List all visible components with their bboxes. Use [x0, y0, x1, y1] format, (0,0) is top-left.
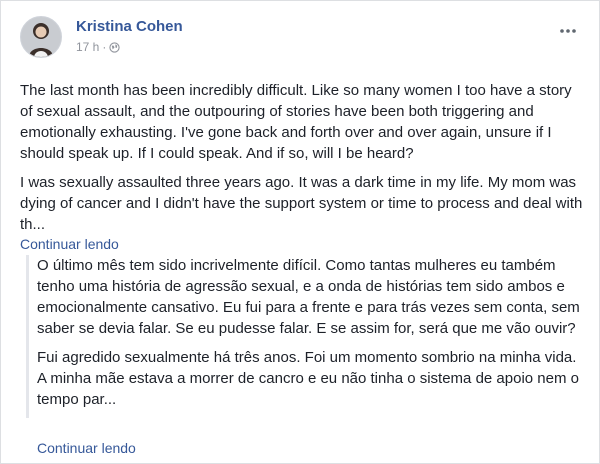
translation-paragraph: Fui agredido sexualmente há três anos. F…	[37, 349, 579, 408]
translation-block: O último mês tem sido incrivelmente difí…	[26, 255, 586, 418]
translation-continue-reading-link[interactable]: Continuar lendo	[37, 440, 136, 456]
globe-icon	[109, 41, 120, 53]
post-paragraph: The last month has been incredibly diffi…	[20, 82, 572, 162]
translation-body: O último mês tem sido incrivelmente difí…	[37, 255, 586, 410]
post-paragraph: I was sexually assaulted three years ago…	[20, 174, 583, 233]
post-timestamp[interactable]: 17 h	[76, 40, 99, 54]
post-meta: 17 h ·	[76, 40, 120, 54]
more-options-icon[interactable]	[558, 24, 578, 38]
author-name[interactable]: Kristina Cohen	[76, 18, 183, 35]
continue-reading-link[interactable]: Continuar lendo	[20, 236, 119, 252]
post-body: The last month has been incredibly diffi…	[20, 80, 586, 243]
meta-separator: ·	[102, 40, 107, 54]
avatar-photo	[21, 17, 61, 57]
avatar[interactable]	[20, 16, 62, 58]
post-header: Kristina Cohen 17 h ·	[20, 16, 580, 64]
translation-paragraph: O último mês tem sido incrivelmente difí…	[37, 257, 580, 337]
